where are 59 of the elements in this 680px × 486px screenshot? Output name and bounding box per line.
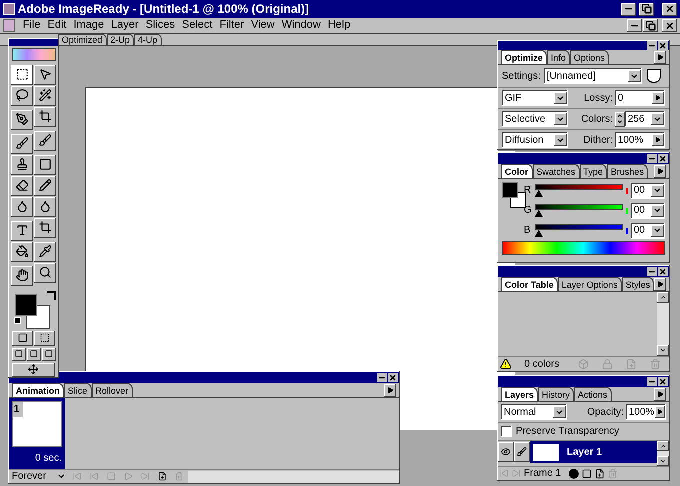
input-field[interactable]: 256: [625, 111, 665, 127]
loop-dropdown[interactable]: Forever: [9, 469, 69, 484]
menu-item[interactable]: Edit: [44, 17, 70, 34]
input-field[interactable]: 100%: [615, 132, 665, 148]
palette-tab[interactable]: Info: [547, 50, 570, 64]
channel-label: B: [524, 224, 532, 238]
frame-delay[interactable]: 0 sec.: [12, 451, 62, 466]
input-field[interactable]: 00: [631, 222, 665, 238]
view-tab[interactable]: Optimized: [58, 34, 107, 45]
dropdown[interactable]: Selective: [502, 111, 568, 127]
dropdown[interactable]: Diffusion: [502, 132, 568, 148]
input-field[interactable]: 100%: [626, 404, 666, 420]
palette-tab[interactable]: Type: [580, 164, 608, 178]
palette-tab[interactable]: Optimize: [501, 50, 548, 64]
dropdown[interactable]: GIF: [502, 90, 568, 106]
field-label: Lossy:: [584, 92, 613, 106]
menu-item[interactable]: Filter: [216, 17, 248, 34]
menu-item[interactable]: Slices: [142, 17, 178, 34]
checkbox-label: Preserve Transparency: [516, 425, 620, 439]
channel-label: G: [524, 204, 532, 218]
palette-tab[interactable]: Slice: [64, 383, 92, 397]
view-tab[interactable]: 2-Up: [106, 34, 134, 45]
palette-tab[interactable]: Rollover: [92, 383, 133, 397]
window-title: Adobe ImageReady - [Untitled-1 @ 100% (Original)]: [18, 1, 310, 18]
palette-tab[interactable]: Layers: [501, 387, 538, 401]
layer-name: Layer 1: [567, 446, 602, 460]
menu-item[interactable]: Help: [324, 17, 354, 34]
frame-number: 1: [13, 402, 23, 417]
palette-tab[interactable]: Animation: [12, 383, 64, 397]
menu-item[interactable]: Window: [278, 17, 324, 34]
layer-row[interactable]: Layer 1: [530, 441, 657, 463]
frame-label: Frame 1: [524, 467, 562, 481]
animation-frame[interactable]: 1 0 sec.: [9, 398, 65, 469]
input-field[interactable]: 0: [615, 90, 665, 106]
view-tab[interactable]: 4-Up: [134, 34, 162, 45]
palette-tab[interactable]: Color Table: [501, 277, 558, 291]
menu-item[interactable]: Select: [179, 17, 216, 34]
palette-tab[interactable]: Swatches: [532, 164, 580, 178]
palette-tab[interactable]: Color: [501, 164, 532, 178]
opacity-label: Opacity:: [587, 406, 624, 420]
menu-item[interactable]: Image: [70, 17, 108, 34]
dropdown[interactable]: Normal: [501, 404, 567, 420]
menu-item[interactable]: View: [248, 17, 278, 34]
palette-tab[interactable]: Styles: [622, 277, 654, 291]
input-field[interactable]: 00: [631, 202, 665, 218]
menu-item[interactable]: Layer: [108, 17, 142, 34]
dropdown[interactable]: [Unnamed]: [544, 68, 642, 84]
field-label: Colors:: [581, 112, 613, 126]
menu-item[interactable]: File: [20, 17, 44, 34]
palette-tab[interactable]: Actions: [574, 387, 612, 401]
palette-tab[interactable]: Options: [570, 50, 610, 64]
settings-label: Settings:: [502, 70, 541, 84]
palette-tab[interactable]: Layer Options: [558, 277, 622, 291]
channel-label: R: [524, 184, 532, 198]
field-label: Dither:: [584, 134, 613, 148]
palette-tab[interactable]: Brushes: [607, 164, 648, 178]
palette-tab[interactable]: History: [538, 387, 574, 401]
input-field[interactable]: 00: [631, 182, 665, 198]
color-count: 0 colors: [523, 358, 560, 372]
